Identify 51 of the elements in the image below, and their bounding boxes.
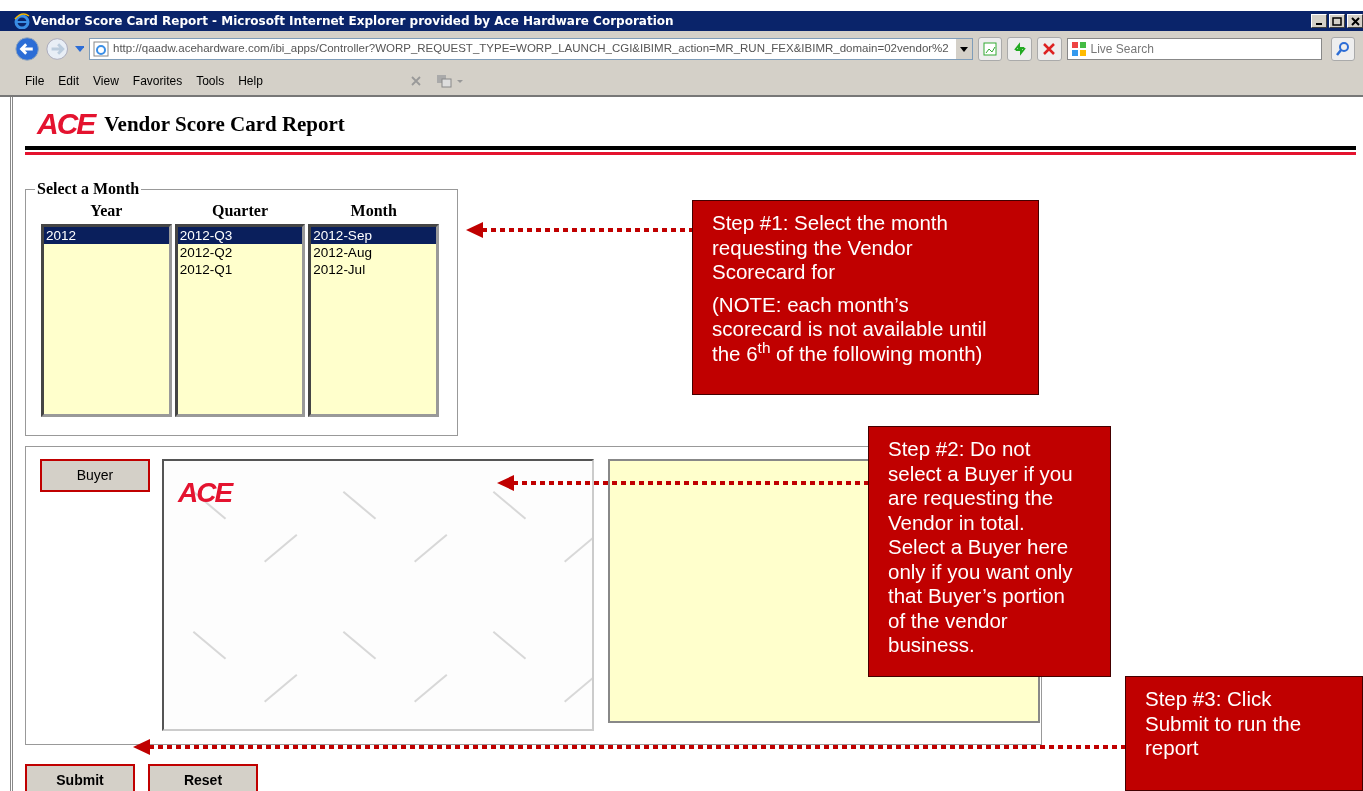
list-heading: Year (89, 202, 124, 221)
list-option[interactable]: 2012-Aug (311, 244, 436, 261)
maximize-icon (1332, 16, 1342, 26)
browser-logo-icon (14, 13, 30, 29)
list-box[interactable]: 2012 (41, 224, 172, 417)
maximize-button[interactable] (1329, 14, 1345, 28)
menu-item[interactable]: Tools (189, 72, 232, 90)
menu-item[interactable]: Help (231, 72, 270, 90)
chart-icon (982, 41, 999, 57)
panel-legend: Select a Month (35, 180, 142, 198)
menu-item[interactable]: View (86, 72, 126, 90)
menu-item[interactable]: Favorites (125, 72, 190, 90)
list-box[interactable]: 2012-Q3 2012-Q2 2012-Q1 (174, 224, 306, 417)
list-option[interactable]: 2012-Sep (311, 227, 436, 244)
back-icon[interactable] (14, 35, 41, 63)
callout-text: Step #3: Click Submit to run the report (1145, 687, 1303, 761)
list-heading: Quarter (211, 202, 269, 221)
ace-logo: ACE (178, 479, 232, 507)
refresh-icon (1011, 41, 1028, 57)
submit-button[interactable]: Submit (25, 764, 135, 791)
list-option[interactable]: 2012-Q3 (177, 227, 303, 244)
list-option[interactable]: 2012 (44, 227, 169, 244)
reset-button[interactable]: Reset (148, 764, 258, 791)
search-field[interactable]: Live Search (1066, 38, 1322, 60)
address-field[interactable]: http://qaadw.acehardware.com/ibi_apps/Controller?WORP_REQUEST_TYPE=WORP_LAUNCH_CGI&IBIMR_action=MR_RUN_FEX&IBIMR_domain=02vendor%2 (89, 38, 973, 60)
list-option[interactable]: 2012-Q1 (177, 261, 303, 278)
buyer-button[interactable]: Buyer (40, 459, 150, 492)
window-title: Vendor Score Card Report - Microsoft Internet Explorer provided by Ace Hardware Corporation (32, 14, 675, 28)
stop-button[interactable] (1037, 37, 1062, 61)
list-option[interactable]: 2012-Q2 (177, 244, 303, 261)
callout-text: Step #2: Do not select a Buyer if you are requesting the Vendor in total. Select a Buyer here only if you want only that Buyer’s portion of the vendor business. (888, 437, 1074, 658)
refresh-button[interactable] (1007, 37, 1032, 61)
list-option[interactable]: 2012-Jul (311, 261, 436, 278)
menu-item[interactable]: File (18, 72, 52, 90)
callout-text: (NOTE: each month’s scorecard is not available until the 6$^{th}$ of the following month) (712, 292, 988, 366)
close-icon (1350, 16, 1360, 26)
windows-logo-icon (1070, 41, 1087, 57)
compatibility-button[interactable] (977, 37, 1003, 61)
ace-logo: ACE (37, 109, 95, 139)
list-heading: Month (349, 202, 398, 221)
list-box[interactable]: 2012-Sep 2012-Aug 2012-Jul (308, 224, 439, 417)
search-icon (1334, 41, 1351, 57)
callout-text: Step #1: Select the month requesting the Vendor Scorecard for (712, 211, 949, 285)
dropdown-icon[interactable] (955, 39, 972, 59)
search-button[interactable] (1330, 37, 1355, 61)
page-title: Vendor Score Card Report (104, 111, 345, 137)
page-icon (93, 41, 110, 57)
minimize-button[interactable] (1311, 14, 1327, 28)
close-button[interactable] (1347, 14, 1363, 28)
menu-item[interactable]: Edit (51, 72, 87, 90)
stop-icon (1042, 42, 1057, 56)
